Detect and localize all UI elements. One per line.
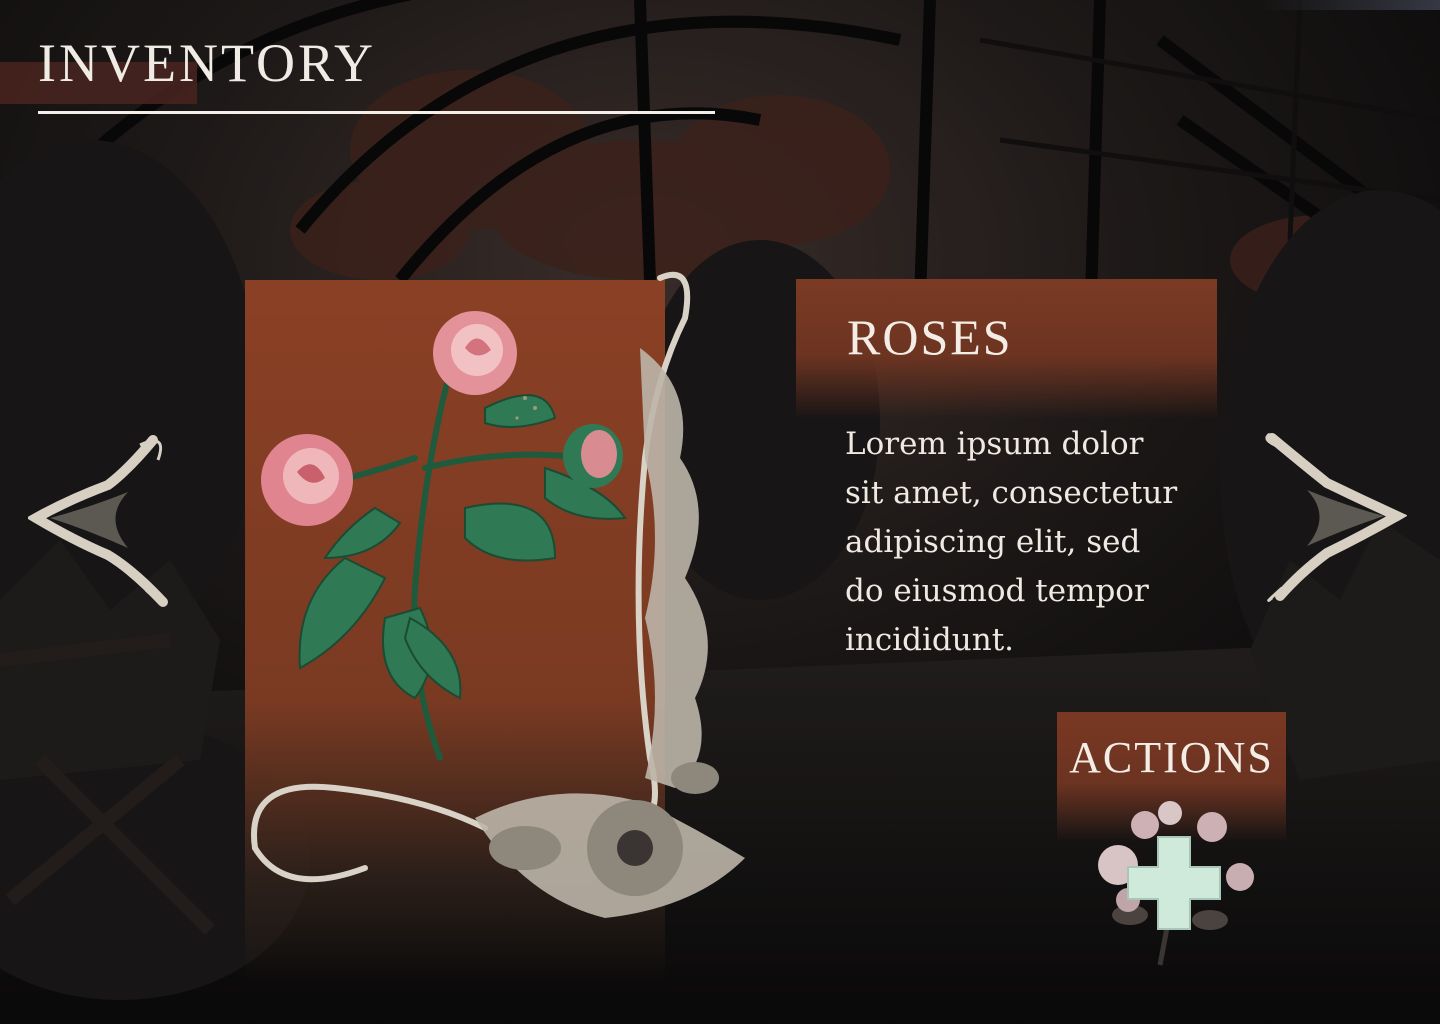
actions-label: ACTIONS <box>1069 733 1274 782</box>
title-divider <box>38 111 715 114</box>
rose-plus-icon[interactable] <box>1090 795 1260 975</box>
item-name: ROSES <box>847 309 1013 365</box>
rose-bouquet-icon <box>251 271 745 918</box>
arrow-right-icon[interactable] <box>1262 428 1407 608</box>
editor-toolbar-strip <box>1260 0 1440 10</box>
arrow-left-icon[interactable] <box>28 430 173 610</box>
page-title: INVENTORY <box>38 33 377 93</box>
item-description: Lorem ipsum dolor sit amet, consectetur … <box>845 426 1178 658</box>
